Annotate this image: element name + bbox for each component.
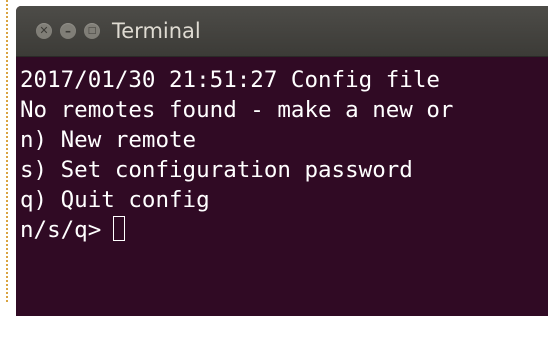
terminal-cursor[interactable]	[113, 216, 126, 241]
terminal-output-line: s) Set configuration password	[20, 157, 413, 183]
terminal-output-line: 2017/01/30 21:51:27 Config file	[20, 67, 440, 93]
close-icon: ✕	[39, 24, 49, 37]
screenshot-page: ✕ – □ Terminal 2017/01/30 21:51:27 Confi…	[0, 0, 548, 339]
terminal-output-line: q) Quit config	[20, 187, 210, 213]
window-title: Terminal	[112, 19, 201, 43]
maximize-button[interactable]: □	[84, 23, 100, 39]
title-bar[interactable]: ✕ – □ Terminal	[16, 6, 548, 57]
terminal-output-line: No remotes found - make a new or	[20, 97, 454, 123]
terminal-output-line: n) New remote	[20, 127, 197, 153]
dotted-guide-line	[6, 0, 8, 302]
maximize-icon: □	[87, 26, 97, 36]
minimize-icon: –	[65, 24, 71, 38]
minimize-button[interactable]: –	[60, 23, 76, 39]
terminal-screen[interactable]: 2017/01/30 21:51:27 Config file No remot…	[16, 57, 548, 316]
terminal-window: ✕ – □ Terminal 2017/01/30 21:51:27 Confi…	[16, 6, 548, 316]
close-button[interactable]: ✕	[36, 23, 52, 39]
terminal-prompt-line[interactable]: n/s/q>	[20, 215, 548, 245]
terminal-prompt: n/s/q>	[20, 217, 102, 243]
